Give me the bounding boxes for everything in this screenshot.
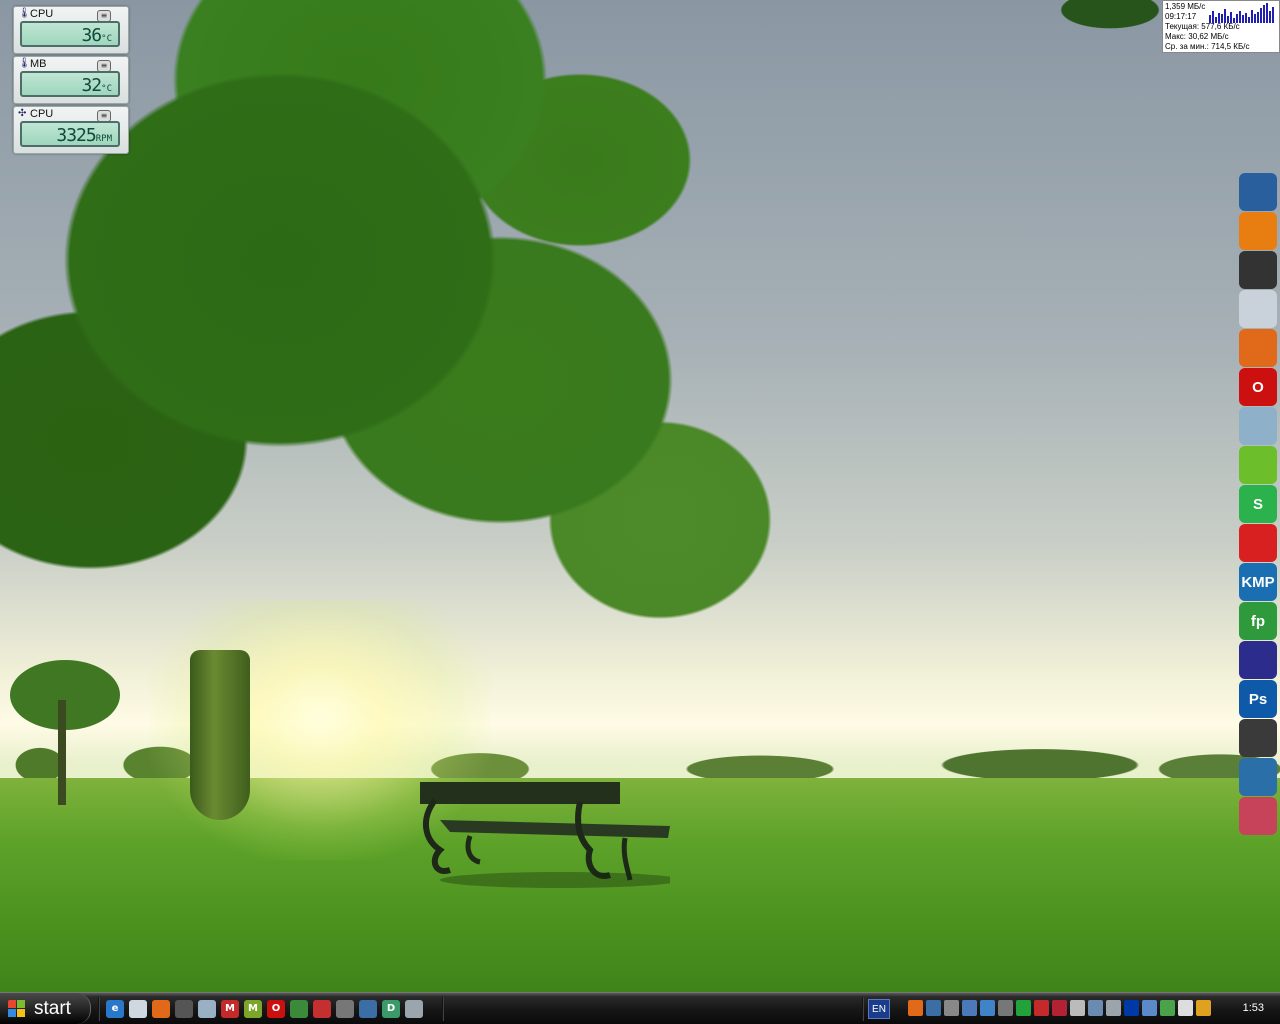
net-speed: 1,359 МБ/с (1165, 2, 1206, 11)
nero-icon[interactable] (1239, 212, 1277, 250)
taskbar-separator (862, 997, 864, 1021)
network-tray-icon[interactable] (926, 1000, 941, 1016)
language-indicator[interactable]: EN (868, 999, 890, 1019)
taskbar-clock[interactable]: 1:53 (1243, 993, 1264, 1024)
photoshop-icon[interactable]: Ps (1239, 680, 1277, 718)
winamp-tray-icon[interactable] (1196, 1000, 1211, 1016)
taskbar: start eMMOD EN 1:53 (0, 992, 1280, 1024)
gadget-mb-temp[interactable]: 🌡 MB ≡✕ 32°C (13, 56, 129, 104)
net-max: Макс: 30,62 МБ/с (1165, 32, 1229, 41)
drive-icon[interactable] (405, 1000, 423, 1018)
gadget-cpu-fan[interactable]: ✣ CPU ≡✕ 3325RPM (13, 106, 129, 154)
gadget-label: MB (30, 58, 47, 70)
gadget-readout: 32°C (20, 71, 120, 97)
gadget-controls: ≡✕ (95, 8, 125, 36)
gadget-controls: ≡✕ (95, 108, 125, 136)
park-bench (420, 782, 670, 888)
thermometer-icon: 🌡 (18, 58, 31, 69)
display-tray-icon[interactable] (980, 1000, 995, 1016)
network-icon[interactable] (359, 1000, 377, 1018)
tree-trunk (190, 650, 250, 820)
maxthon-icon[interactable] (1239, 641, 1277, 679)
flag-us-tray-icon[interactable] (1052, 1000, 1067, 1016)
gadget-value: 32 (81, 75, 102, 96)
window-tray-icon[interactable] (1088, 1000, 1103, 1016)
desktop-wallpaper (0, 0, 1280, 992)
flag-ru-tray-icon[interactable] (1124, 1000, 1139, 1016)
file-manager-icon[interactable] (1239, 407, 1277, 445)
kmp-player-icon[interactable]: KMP (1239, 563, 1277, 601)
video-editor-icon[interactable] (1239, 719, 1277, 757)
thermometer-icon: 🌡 (18, 8, 31, 19)
gadget-value: 36 (81, 25, 102, 46)
firefox-icon[interactable] (1239, 329, 1277, 367)
settings-tool-icon[interactable] (1239, 758, 1277, 796)
firefox-tray-icon[interactable] (908, 1000, 923, 1016)
toolbox-icon[interactable] (1239, 797, 1277, 835)
firefox-icon[interactable] (152, 1000, 170, 1018)
antivirus-tray-icon[interactable] (944, 1000, 959, 1016)
start-label: start (34, 997, 71, 1019)
gadget-label: CPU (30, 108, 54, 120)
frontpage-icon[interactable]: fp (1239, 602, 1277, 640)
mail-m-green-icon[interactable]: M (244, 1000, 262, 1018)
gadget-label: CPU (30, 8, 54, 20)
utorrent-icon[interactable] (1239, 446, 1277, 484)
tools-icon[interactable] (336, 1000, 354, 1018)
foobar-icon[interactable] (1239, 251, 1277, 289)
gadget-unit: °C (101, 84, 112, 94)
taskbar-separator (442, 997, 444, 1021)
quick-launch-bar: eMMOD (106, 1000, 423, 1018)
windows-flag-icon (8, 999, 26, 1018)
network-meter[interactable]: 1,359 МБ/с 09:17:17 Текущая: 577,6 КБ/с … (1162, 0, 1280, 53)
mail-m-icon[interactable]: M (221, 1000, 239, 1018)
gadget-readout: 3325RPM (20, 121, 120, 147)
burning-icon[interactable] (1239, 524, 1277, 562)
net-traffic-graph (1209, 3, 1277, 23)
net-avg: Ср. за мин.: 714,5 КБ/с (1165, 42, 1250, 51)
right-dock: O S KMP fp Ps (1238, 172, 1280, 836)
monitor-tray-icon[interactable] (962, 1000, 977, 1016)
net-time: 09:17:17 (1165, 12, 1197, 21)
opera-icon[interactable]: O (267, 1000, 285, 1018)
ati-icon[interactable] (1239, 290, 1277, 328)
skype-icon[interactable]: S (1239, 485, 1277, 523)
gadget-unit: °C (101, 34, 112, 44)
net-current: Текущая: 577,6 КБ/с (1165, 22, 1240, 31)
library-icon[interactable] (313, 1000, 331, 1018)
ie-icon[interactable]: e (106, 1000, 124, 1018)
start-button[interactable]: start (0, 993, 91, 1024)
green-p-tray-icon[interactable] (1016, 1000, 1031, 1016)
gadget-value: 3325 (56, 125, 96, 146)
fan-icon: ✣ (18, 108, 27, 119)
document-d-icon[interactable]: D (382, 1000, 400, 1018)
cloud-icon[interactable] (198, 1000, 216, 1018)
disk-tray-icon[interactable] (1106, 1000, 1121, 1016)
volume-tray-icon[interactable] (1178, 1000, 1193, 1016)
eye-tray-icon[interactable] (1142, 1000, 1157, 1016)
sync-tray-icon[interactable] (998, 1000, 1013, 1016)
opera-icon[interactable]: O (1239, 368, 1277, 406)
android-icon[interactable] (290, 1000, 308, 1018)
gadget-readout: 36°C (20, 21, 120, 47)
gadget-controls: ≡✕ (95, 58, 125, 86)
recycle-tray-icon[interactable] (1160, 1000, 1175, 1016)
winamp-icon[interactable] (175, 1000, 193, 1018)
system-tray (908, 1000, 1211, 1018)
display-settings-icon[interactable] (1239, 173, 1277, 211)
battery-tray-icon[interactable] (1070, 1000, 1085, 1016)
taskbar-separator (98, 997, 100, 1021)
gadget-unit: RPM (95, 134, 112, 144)
notepad-icon[interactable] (129, 1000, 147, 1018)
mail-tray-icon[interactable] (1034, 1000, 1049, 1016)
gadget-cpu-temp[interactable]: 🌡 CPU ≡✕ 36°C (13, 6, 129, 54)
